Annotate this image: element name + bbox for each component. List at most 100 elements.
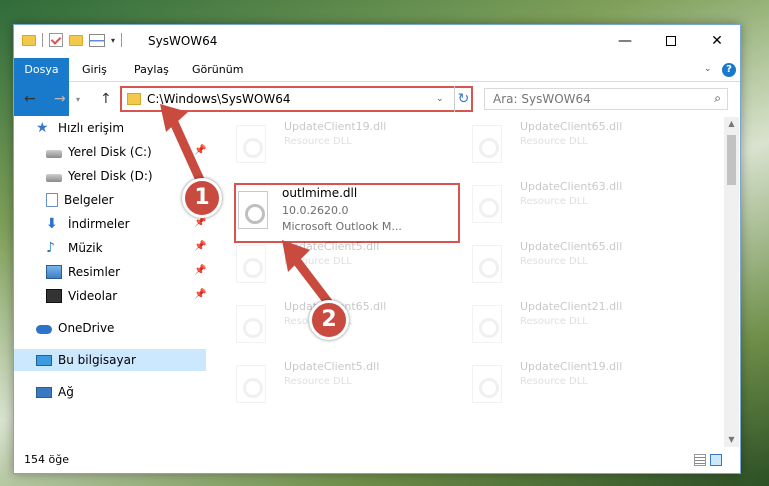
computer-icon bbox=[36, 354, 52, 366]
sidebar-item-label: Bu bilgisayar bbox=[58, 353, 136, 367]
dll-file-icon bbox=[236, 245, 266, 283]
search-icon[interactable]: ⌕ bbox=[714, 91, 721, 106]
file-item[interactable]: UpdateClient19.dll Resource DLL bbox=[456, 355, 676, 413]
window-title: SysWOW64 bbox=[148, 34, 218, 48]
dll-file-icon bbox=[472, 305, 502, 343]
item-count: 154 öğe bbox=[24, 453, 69, 466]
download-icon: ⬇ bbox=[46, 216, 58, 232]
sidebar-item-local-disk-d[interactable]: Yerel Disk (D:) bbox=[14, 165, 206, 187]
file-item[interactable]: UpdateClient65.dll Resource DLL bbox=[456, 235, 676, 293]
explorer-window: ▾ SysWOW64 — ✕ Dosya Giriş Paylaş Görünü… bbox=[13, 24, 741, 474]
video-icon bbox=[46, 289, 62, 303]
quick-access-toolbar: ▾ bbox=[22, 33, 123, 47]
pin-icon: 📌 bbox=[194, 289, 207, 300]
tab-view[interactable]: Görünüm bbox=[192, 58, 243, 81]
file-item[interactable]: UpdateClient21.dll Resource DLL bbox=[456, 295, 676, 353]
properties-icon[interactable] bbox=[89, 33, 105, 47]
sidebar-item-label: OneDrive bbox=[58, 321, 115, 335]
scroll-down-arrow-icon[interactable]: ▼ bbox=[724, 433, 739, 447]
sidebar-item-pictures[interactable]: Resimler 📌 bbox=[14, 261, 206, 283]
tab-home[interactable]: Giriş bbox=[82, 58, 107, 81]
recent-locations-chevron-icon[interactable]: ▾ bbox=[76, 95, 80, 104]
sidebar-item-this-pc[interactable]: Bu bilgisayar bbox=[14, 349, 206, 371]
disk-icon bbox=[46, 149, 62, 158]
address-path[interactable]: C:\Windows\SysWOW64 bbox=[147, 92, 291, 106]
close-icon: ✕ bbox=[711, 33, 723, 49]
file-description: Resource DLL bbox=[284, 136, 352, 147]
navigation-bar: ← → ▾ ↑ C:\Windows\SysWOW64 ⌄ ↻ ⌕ bbox=[14, 83, 740, 115]
address-bar[interactable]: C:\Windows\SysWOW64 ⌄ ↻ bbox=[120, 86, 473, 112]
new-folder-icon[interactable] bbox=[69, 34, 83, 46]
ribbon-tabs: Dosya Giriş Paylaş Görünüm ⌄ ? bbox=[14, 58, 740, 116]
back-arrow-icon[interactable]: ← bbox=[24, 91, 36, 107]
help-icon[interactable]: ? bbox=[722, 63, 736, 77]
file-item[interactable]: UpdateClient63.dll Resource DLL bbox=[456, 175, 676, 233]
maximize-button[interactable] bbox=[648, 25, 694, 57]
customize-toolbar-chevron-icon[interactable]: ▾ bbox=[111, 36, 115, 45]
sidebar-item-documents[interactable]: Belgeler 📌 bbox=[14, 189, 206, 211]
file-description: Resource DLL bbox=[520, 376, 588, 387]
large-icons-view-icon[interactable] bbox=[710, 454, 722, 466]
file-item[interactable]: UpdateClient5.dll Resource DLL bbox=[220, 355, 440, 413]
address-dropdown-chevron-icon[interactable]: ⌄ bbox=[436, 94, 444, 104]
sidebar-item-label: Yerel Disk (D:) bbox=[68, 169, 153, 183]
search-box[interactable]: ⌕ bbox=[484, 88, 728, 110]
minimize-button[interactable]: — bbox=[602, 25, 648, 57]
file-description: Resource DLL bbox=[520, 316, 588, 327]
sidebar-item-downloads[interactable]: ⬇ İndirmeler 📌 bbox=[14, 213, 206, 235]
disk-icon bbox=[46, 173, 62, 182]
scrollbar-thumb[interactable] bbox=[727, 135, 736, 185]
step-badge-1: 1 bbox=[182, 178, 222, 218]
properties-check-icon[interactable] bbox=[49, 33, 63, 47]
file-name: UpdateClient5.dll bbox=[284, 240, 380, 253]
file-name: UpdateClient19.dll bbox=[284, 120, 387, 133]
file-item[interactable]: UpdateClient65.dll Resource DLL bbox=[456, 115, 676, 173]
scroll-up-arrow-icon[interactable]: ▲ bbox=[724, 117, 739, 131]
dll-file-icon bbox=[472, 245, 502, 283]
pin-icon: 📌 bbox=[194, 241, 207, 252]
up-arrow-icon[interactable]: ↑ bbox=[100, 91, 112, 107]
search-input[interactable] bbox=[485, 89, 695, 109]
pin-icon: 📌 bbox=[194, 145, 207, 156]
cloud-icon bbox=[36, 325, 52, 334]
title-bar: ▾ SysWOW64 — ✕ bbox=[14, 25, 740, 58]
sidebar-item-label: Yerel Disk (C:) bbox=[68, 145, 152, 159]
toolbar-separator bbox=[42, 33, 43, 47]
sidebar-item-local-disk-c[interactable]: Yerel Disk (C:) 📌 bbox=[14, 141, 206, 163]
view-switcher bbox=[694, 454, 722, 466]
minimize-icon: — bbox=[618, 33, 632, 49]
music-icon: ♪ bbox=[46, 240, 55, 256]
close-button[interactable]: ✕ bbox=[694, 25, 740, 57]
file-name: UpdateClient21.dll bbox=[520, 300, 623, 313]
tab-share[interactable]: Paylaş bbox=[134, 58, 169, 81]
pin-icon: 📌 bbox=[194, 217, 207, 228]
sidebar-item-label: Ağ bbox=[58, 385, 74, 399]
refresh-icon[interactable]: ↻ bbox=[454, 86, 472, 112]
pin-icon: 📌 bbox=[194, 265, 207, 276]
navigation-pane: ★ Hızlı erişim Yerel Disk (C:) 📌 Yerel D… bbox=[14, 115, 206, 445]
dll-file-icon bbox=[472, 185, 502, 223]
file-name: UpdateClient63.dll bbox=[520, 180, 623, 193]
dll-file-icon bbox=[236, 125, 266, 163]
document-icon bbox=[46, 193, 58, 207]
file-name: UpdateClient5.dll bbox=[284, 360, 380, 373]
file-description: Resource DLL bbox=[520, 256, 588, 267]
file-description: Resource DLL bbox=[520, 136, 588, 147]
forward-arrow-icon[interactable]: → bbox=[54, 91, 66, 107]
highlight-box bbox=[234, 183, 460, 243]
sidebar-item-music[interactable]: ♪ Müzik 📌 bbox=[14, 237, 206, 259]
sidebar-item-onedrive[interactable]: OneDrive bbox=[14, 317, 206, 339]
sidebar-item-label: Belgeler bbox=[64, 193, 114, 207]
details-view-icon[interactable] bbox=[694, 454, 706, 466]
file-item[interactable]: UpdateClient5.dll Resource DLL bbox=[220, 235, 440, 293]
star-icon: ★ bbox=[36, 120, 49, 136]
expand-ribbon-chevron-icon[interactable]: ⌄ bbox=[704, 64, 712, 74]
file-item[interactable]: UpdateClient19.dll Resource DLL bbox=[220, 115, 440, 173]
file-description: Resource DLL bbox=[284, 256, 352, 267]
dll-file-icon bbox=[236, 365, 266, 403]
sidebar-item-network[interactable]: Ağ bbox=[14, 381, 206, 403]
file-list: UpdateClient19.dll Resource DLL outlmime… bbox=[220, 115, 722, 445]
sidebar-item-quick-access[interactable]: ★ Hızlı erişim bbox=[14, 117, 206, 139]
vertical-scrollbar[interactable]: ▲ ▼ bbox=[724, 117, 739, 447]
sidebar-item-videos[interactable]: Videolar 📌 bbox=[14, 285, 206, 307]
